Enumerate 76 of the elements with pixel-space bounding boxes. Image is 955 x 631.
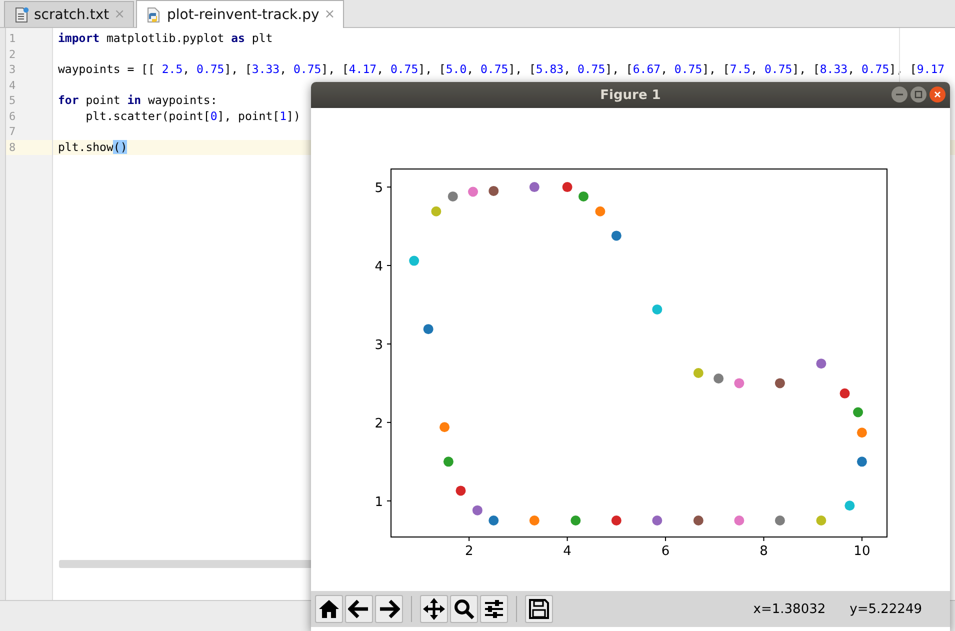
- data-point: [611, 230, 622, 241]
- close-button[interactable]: [929, 86, 946, 103]
- back-button[interactable]: [345, 595, 373, 623]
- data-point: [595, 206, 606, 216]
- data-point: [468, 186, 478, 197]
- data-point: [562, 182, 572, 192]
- line-number: 3: [8, 62, 17, 78]
- data-point: [853, 407, 864, 418]
- cursor-coordinate: x=1.38032: [753, 602, 826, 616]
- save-button[interactable]: [525, 595, 553, 623]
- data-point: [816, 358, 826, 369]
- data-point: [529, 182, 540, 192]
- data-point: [652, 304, 662, 314]
- line-number: 6: [8, 108, 17, 124]
- data-point: [734, 516, 744, 526]
- data-point: [488, 186, 499, 196]
- tick-label: 5: [374, 181, 383, 196]
- data-point: [529, 516, 540, 526]
- code-line: plt.show(): [58, 140, 128, 154]
- data-point: [431, 206, 442, 216]
- tick-label: 4: [374, 260, 383, 274]
- data-point: [409, 256, 420, 266]
- data-point: [816, 516, 826, 526]
- tick-label: 4: [563, 544, 572, 559]
- text-file-icon: [15, 6, 29, 22]
- data-point: [578, 191, 588, 202]
- data-point: [856, 428, 867, 438]
- sliders-button[interactable]: [480, 595, 508, 623]
- line-number: 4: [8, 78, 17, 93]
- line-number: 7: [8, 124, 17, 140]
- data-point: [693, 516, 704, 526]
- data-point: [856, 456, 867, 467]
- data-point: [440, 422, 450, 432]
- data-point: [734, 378, 744, 388]
- python-file-icon: [147, 6, 162, 22]
- data-point: [488, 516, 499, 526]
- forward-button[interactable]: [375, 595, 403, 623]
- pan-button[interactable]: [420, 595, 448, 623]
- code-line: for point in waypoints:: [58, 93, 218, 107]
- home-button[interactable]: [315, 595, 343, 623]
- tick-label: 10: [854, 544, 870, 559]
- tab-label: scratch.txt: [34, 6, 110, 22]
- data-point: [774, 516, 785, 526]
- minimize-button[interactable]: [891, 86, 908, 103]
- tick-label: 3: [374, 338, 383, 353]
- tick-label: 2: [374, 416, 383, 432]
- data-point: [844, 500, 855, 511]
- tick-label: 8: [760, 544, 768, 559]
- data-point: [423, 324, 434, 334]
- data-point: [456, 486, 466, 496]
- tick-label: 6: [661, 544, 670, 559]
- line-number: 1: [8, 31, 17, 46]
- line-number: 8: [6, 140, 52, 155]
- data-point: [714, 374, 724, 384]
- data-point: [840, 388, 850, 398]
- zoom-button[interactable]: [450, 595, 478, 623]
- editor-tab[interactable]: scratch.txt ×: [4, 1, 134, 27]
- tick-label: 1: [374, 494, 383, 510]
- data-point: [443, 456, 454, 467]
- line-number: 2: [8, 46, 17, 62]
- code-line: plt.scatter(point[0], point[1]): [84, 108, 300, 122]
- editor-tab[interactable]: plot-reinvent-track.py ×: [136, 0, 344, 28]
- cursor-coordinate: y=5.22249: [850, 602, 922, 616]
- data-point: [448, 191, 458, 202]
- line-number: 5: [8, 93, 17, 108]
- horizontal-scrollbar[interactable]: [59, 560, 313, 568]
- window-title: Figure 1: [600, 88, 661, 102]
- data-point: [774, 378, 785, 388]
- data-point: [693, 368, 704, 378]
- tab-label: plot-reinvent-track.py: [167, 6, 320, 22]
- code-line: import matplotlib.pyplot as plt: [58, 31, 273, 45]
- data-point: [472, 505, 482, 516]
- data-point: [652, 516, 662, 526]
- data-point: [611, 516, 622, 526]
- data-point: [570, 516, 581, 526]
- tick-label: 2: [464, 544, 474, 559]
